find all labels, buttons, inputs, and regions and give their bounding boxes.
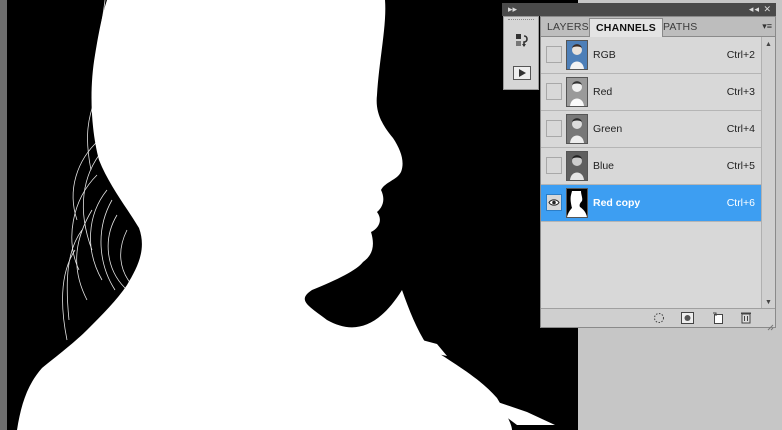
dock-controls-icon[interactable]: ◂◂ ✕ (749, 3, 772, 16)
resize-grip-icon[interactable] (766, 318, 774, 331)
channel-name: Red (593, 86, 613, 98)
save-selection-icon[interactable] (680, 311, 694, 324)
channel-shortcut: Ctrl+2 (726, 49, 755, 61)
scroll-up-arrow-icon[interactable]: ▲ (762, 37, 775, 51)
canvas-left-gutter (0, 0, 7, 430)
visibility-toggle[interactable] (546, 120, 562, 137)
tab-layers[interactable]: LAYERS (541, 18, 595, 36)
silhouette-mask-image (7, 0, 578, 430)
panel-tabbar: LAYERS CHANNELS PATHS ▾≡ (541, 17, 775, 37)
history-brush-icon[interactable] (512, 32, 532, 50)
channel-thumbnail (566, 188, 588, 218)
strip-grip[interactable] (508, 19, 534, 23)
channel-name: Green (593, 123, 623, 135)
document-canvas[interactable] (7, 0, 578, 430)
panel-footer (541, 308, 775, 331)
channel-shortcut: Ctrl+3 (726, 86, 755, 98)
channel-list-scrollbar[interactable]: ▲ ▼ (761, 37, 775, 309)
scroll-down-arrow-icon[interactable]: ▼ (762, 295, 775, 309)
channels-panel: LAYERS CHANNELS PATHS ▾≡ RGB Ctrl+2 Red … (540, 16, 776, 331)
visibility-toggle[interactable] (546, 46, 562, 63)
tab-channels[interactable]: CHANNELS (589, 18, 663, 37)
channel-shortcut: Ctrl+6 (726, 197, 755, 209)
channel-shortcut: Ctrl+5 (726, 160, 755, 172)
panel-menu-icon[interactable]: ▾≡ (762, 19, 772, 33)
channel-row-red-copy[interactable]: Red copy Ctrl+6 (541, 185, 761, 222)
visibility-toggle[interactable] (546, 194, 562, 211)
channel-shortcut: Ctrl+4 (726, 123, 755, 135)
workspace: ▸▸ ◂◂ ✕ LAYERS CHANNELS PATHS ▾≡ RGB Ctr… (0, 0, 782, 430)
channel-thumbnail (566, 40, 588, 70)
expand-dock-icon[interactable]: ▸▸ (508, 3, 517, 16)
channel-thumbnail (566, 77, 588, 107)
new-channel-icon[interactable] (711, 311, 725, 324)
channel-row-red[interactable]: Red Ctrl+3 (541, 74, 761, 111)
collapsed-panel-strip (503, 16, 539, 90)
visibility-toggle[interactable] (546, 83, 562, 100)
channel-row-rgb[interactable]: RGB Ctrl+2 (541, 37, 761, 74)
eye-icon (548, 199, 560, 206)
tab-paths[interactable]: PATHS (657, 18, 703, 36)
channel-thumbnail (566, 151, 588, 181)
channel-name: RGB (593, 49, 616, 61)
channel-row-blue[interactable]: Blue Ctrl+5 (541, 148, 761, 185)
load-selection-icon[interactable] (652, 311, 666, 324)
delete-channel-icon[interactable] (739, 311, 753, 324)
channel-name: Blue (593, 160, 615, 172)
channel-row-green[interactable]: Green Ctrl+4 (541, 111, 761, 148)
panel-dock-topbar: ▸▸ ◂◂ ✕ (502, 3, 776, 16)
channel-name: Red copy (593, 197, 641, 209)
actions-play-icon[interactable] (512, 64, 532, 82)
visibility-toggle[interactable] (546, 157, 562, 174)
channel-thumbnail (566, 114, 588, 144)
